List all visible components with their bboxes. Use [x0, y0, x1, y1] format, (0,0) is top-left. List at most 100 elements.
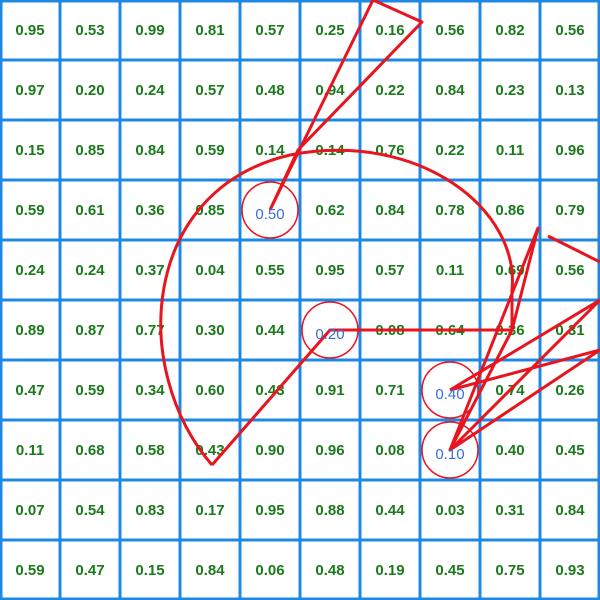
grid-cell[interactable]: 0.77 [120, 300, 180, 360]
grid-cell[interactable]: 0.79 [540, 180, 600, 240]
grid-cell[interactable]: 0.84 [120, 120, 180, 180]
grid-cell[interactable]: 0.94 [300, 60, 360, 120]
grid-cell[interactable]: 0.75 [480, 540, 540, 600]
grid-cell[interactable]: 0.11 [0, 420, 60, 480]
grid-cell[interactable]: 0.59 [0, 180, 60, 240]
grid-cell[interactable] [240, 180, 300, 240]
grid-cell[interactable]: 0.34 [120, 360, 180, 420]
grid-cell[interactable]: 0.24 [120, 60, 180, 120]
grid-cell[interactable]: 0.40 [480, 420, 540, 480]
grid-cell[interactable]: 0.85 [180, 180, 240, 240]
grid-cell[interactable]: 0.22 [420, 120, 480, 180]
grid-cell[interactable]: 0.04 [180, 240, 240, 300]
grid-cell[interactable]: 0.37 [120, 240, 180, 300]
grid-cell[interactable]: 0.84 [360, 180, 420, 240]
grid-cell[interactable]: 0.96 [540, 120, 600, 180]
grid-cell[interactable]: 0.22 [360, 60, 420, 120]
grid-cell[interactable]: 0.62 [300, 180, 360, 240]
grid-cell[interactable]: 0.58 [120, 420, 180, 480]
grid-cell[interactable]: 0.74 [480, 360, 540, 420]
grid-cell[interactable]: 0.43 [180, 420, 240, 480]
grid-cell[interactable]: 0.20 [60, 60, 120, 120]
grid-cell[interactable]: 0.56 [540, 240, 600, 300]
grid-cell[interactable]: 0.08 [360, 420, 420, 480]
grid-cell[interactable]: 0.47 [0, 360, 60, 420]
grid-cell[interactable]: 0.95 [0, 0, 60, 60]
grid-cell[interactable]: 0.48 [300, 540, 360, 600]
grid-cell[interactable]: 0.57 [240, 0, 300, 60]
grid-cell[interactable]: 0.99 [120, 0, 180, 60]
grid-cell[interactable] [300, 300, 360, 360]
grid-cell[interactable]: 0.07 [0, 480, 60, 540]
grid-cell[interactable]: 0.90 [240, 420, 300, 480]
grid-cell[interactable]: 0.56 [420, 0, 480, 60]
grid-cell[interactable]: 0.14 [240, 120, 300, 180]
grid-cell[interactable]: 0.11 [420, 240, 480, 300]
grid-cell[interactable]: 0.14 [300, 120, 360, 180]
grid-cell[interactable]: 0.15 [120, 540, 180, 600]
grid-cell[interactable]: 0.24 [60, 240, 120, 300]
grid-cell[interactable]: 0.84 [180, 540, 240, 600]
grid-cell[interactable]: 0.44 [360, 480, 420, 540]
grid-cell[interactable]: 0.83 [120, 480, 180, 540]
grid-cell[interactable]: 0.95 [300, 240, 360, 300]
grid-cell[interactable]: 0.59 [60, 360, 120, 420]
grid-cell[interactable]: 0.85 [60, 120, 120, 180]
grid-cell[interactable]: 0.53 [60, 0, 120, 60]
grid-cell[interactable]: 0.25 [300, 0, 360, 60]
grid-cell[interactable]: 0.23 [480, 60, 540, 120]
grid-cell[interactable]: 0.78 [420, 180, 480, 240]
grid-cell[interactable]: 0.43 [240, 360, 300, 420]
grid-cell[interactable]: 0.24 [0, 240, 60, 300]
grid-cell[interactable]: 0.45 [540, 420, 600, 480]
grid-cell[interactable]: 0.93 [540, 540, 600, 600]
grid-cell[interactable]: 0.30 [180, 300, 240, 360]
grid-cell[interactable]: 0.60 [180, 360, 240, 420]
grid-cell[interactable]: 0.16 [360, 0, 420, 60]
grid-cell[interactable]: 0.87 [60, 300, 120, 360]
grid-cell[interactable]: 0.95 [240, 480, 300, 540]
grid-cell[interactable]: 0.55 [240, 240, 300, 300]
grid-cell[interactable]: 0.59 [180, 120, 240, 180]
grid-cell[interactable]: 0.54 [60, 480, 120, 540]
grid-cell[interactable]: 0.36 [480, 300, 540, 360]
grid-cell[interactable]: 0.64 [420, 300, 480, 360]
grid-cell[interactable]: 0.88 [300, 480, 360, 540]
grid-cell[interactable]: 0.48 [240, 60, 300, 120]
grid-cell[interactable]: 0.84 [540, 480, 600, 540]
grid-cell[interactable]: 0.61 [60, 180, 120, 240]
grid-cell[interactable] [420, 360, 480, 420]
grid-cell[interactable]: 0.17 [180, 480, 240, 540]
grid-cell[interactable]: 0.56 [540, 0, 600, 60]
grid-cell[interactable] [420, 420, 480, 480]
grid-cell[interactable]: 0.47 [60, 540, 120, 600]
grid-cell[interactable]: 0.59 [0, 540, 60, 600]
grid-cell[interactable]: 0.31 [540, 300, 600, 360]
grid-cell[interactable]: 0.57 [360, 240, 420, 300]
grid-cell[interactable]: 0.19 [360, 540, 420, 600]
grid-cell[interactable]: 0.89 [0, 300, 60, 360]
grid-cell[interactable]: 0.96 [300, 420, 360, 480]
grid-cell[interactable]: 0.31 [480, 480, 540, 540]
grid-cell[interactable]: 0.81 [180, 0, 240, 60]
grid-cell[interactable]: 0.11 [480, 120, 540, 180]
grid-cell[interactable]: 0.08 [360, 300, 420, 360]
grid-cell[interactable]: 0.45 [420, 540, 480, 600]
grid-cell[interactable]: 0.44 [240, 300, 300, 360]
grid-cell[interactable]: 0.76 [360, 120, 420, 180]
grid-cell[interactable]: 0.91 [300, 360, 360, 420]
grid-cell[interactable]: 0.84 [420, 60, 480, 120]
grid-cell[interactable]: 0.26 [540, 360, 600, 420]
grid-cell[interactable]: 0.82 [480, 0, 540, 60]
grid-cell[interactable]: 0.13 [540, 60, 600, 120]
grid-cell[interactable]: 0.71 [360, 360, 420, 420]
grid-cell[interactable]: 0.36 [120, 180, 180, 240]
grid-cell[interactable]: 0.03 [420, 480, 480, 540]
grid-cell[interactable]: 0.57 [180, 60, 240, 120]
grid-cell[interactable]: 0.15 [0, 120, 60, 180]
grid-cell[interactable]: 0.86 [480, 180, 540, 240]
grid-cell[interactable]: 0.69 [480, 240, 540, 300]
grid-cell[interactable]: 0.68 [60, 420, 120, 480]
grid-cell[interactable]: 0.06 [240, 540, 300, 600]
grid-cell[interactable]: 0.97 [0, 60, 60, 120]
